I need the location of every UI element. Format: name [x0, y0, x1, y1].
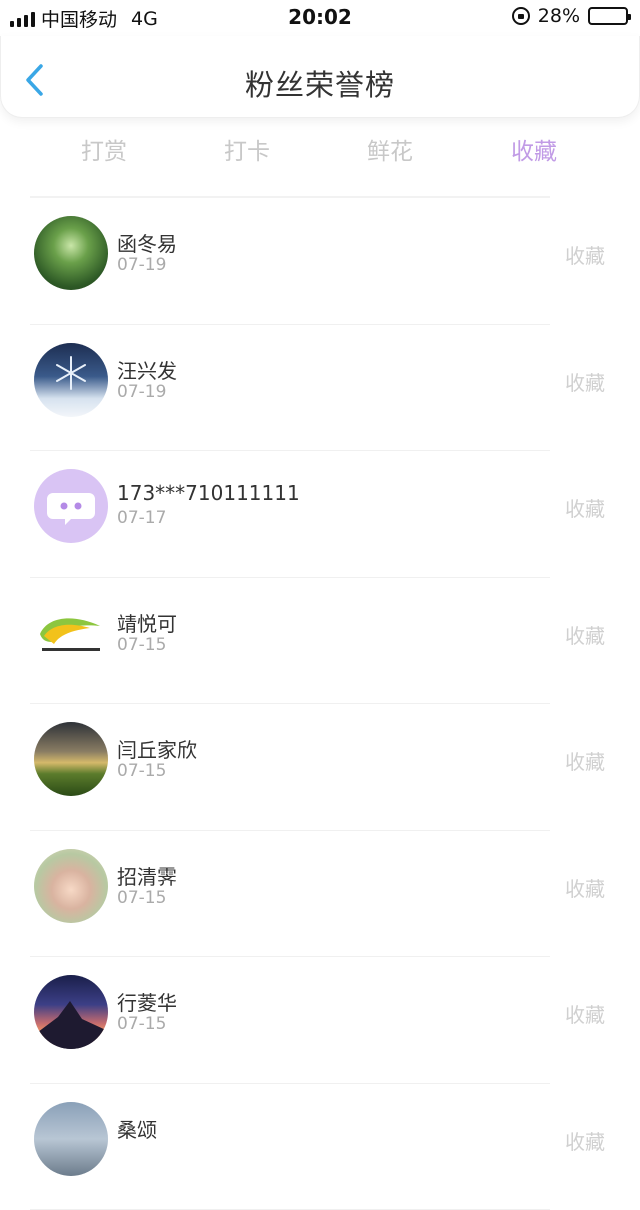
- tab-checkin[interactable]: 打卡: [224, 132, 270, 166]
- fan-name: 汪兴发: [117, 355, 177, 384]
- list-item[interactable]: 桑颂 收藏: [0, 1084, 640, 1210]
- orientation-lock-icon: [512, 7, 530, 25]
- list-item[interactable]: 函冬易 07-19 收藏: [0, 198, 640, 325]
- list-item[interactable]: 汪兴发 07-19 收藏: [0, 325, 640, 452]
- mountain-icon: [34, 975, 108, 1049]
- list-item[interactable]: 靖悦可 07-15 收藏: [0, 578, 640, 705]
- nav-bar: 粉丝荣誉榜: [0, 36, 640, 118]
- fan-name: 函冬易: [117, 228, 177, 257]
- list-item[interactable]: 173***710111111 07-17 收藏: [0, 451, 640, 578]
- fan-date: 07-17: [117, 508, 166, 528]
- battery-icon: [588, 7, 628, 25]
- fan-date: 07-15: [117, 888, 166, 908]
- fan-date: 07-19: [117, 255, 166, 275]
- fan-name: 行菱华: [117, 987, 177, 1016]
- chat-bubble-icon: [34, 469, 108, 543]
- action-label: 收藏: [565, 999, 605, 1028]
- action-label: 收藏: [565, 1126, 605, 1155]
- list-item[interactable]: 闫丘家欣 07-15 收藏: [0, 704, 640, 831]
- logo-icon: [34, 596, 108, 670]
- list-item[interactable]: 行菱华 07-15 收藏: [0, 957, 640, 1084]
- fan-date: 07-15: [117, 635, 166, 655]
- avatar: [34, 216, 108, 290]
- action-label: 收藏: [565, 620, 605, 649]
- fan-name: 173***710111111: [117, 481, 300, 505]
- fan-date: 07-15: [117, 1014, 166, 1034]
- avatar: [34, 849, 108, 923]
- avatar: [34, 596, 108, 670]
- fan-list: 函冬易 07-19 收藏 汪兴发 07-19 收藏 173***71011111…: [0, 198, 640, 1210]
- fan-date: 07-19: [117, 382, 166, 402]
- fan-name: 闫丘家欣: [117, 734, 197, 763]
- snowflake-icon: [34, 343, 108, 417]
- avatar: [34, 343, 108, 417]
- tab-reward[interactable]: 打赏: [81, 132, 127, 166]
- avatar: [34, 722, 108, 796]
- fan-name: 招清霁: [117, 861, 177, 890]
- action-label: 收藏: [565, 873, 605, 902]
- page-title: 粉丝荣誉榜: [1, 62, 639, 104]
- action-label: 收藏: [565, 493, 605, 522]
- tab-favorites[interactable]: 收藏: [511, 132, 557, 166]
- action-label: 收藏: [565, 367, 605, 396]
- tab-bar: 打赏 打卡 鲜花 收藏: [0, 122, 640, 176]
- fan-name: 桑颂: [117, 1114, 157, 1143]
- tab-flowers[interactable]: 鲜花: [367, 132, 413, 166]
- fan-name: 靖悦可: [117, 608, 177, 637]
- list-item[interactable]: 招清霁 07-15 收藏: [0, 831, 640, 958]
- avatar: [34, 469, 108, 543]
- action-label: 收藏: [565, 240, 605, 269]
- avatar: [34, 975, 108, 1049]
- status-bar: 中国移动 4G 20:02 28%: [0, 0, 640, 36]
- fan-date: 07-15: [117, 761, 166, 781]
- battery-percent: 28%: [538, 5, 580, 27]
- avatar: [34, 1102, 108, 1176]
- status-right: 28%: [512, 5, 628, 27]
- action-label: 收藏: [565, 746, 605, 775]
